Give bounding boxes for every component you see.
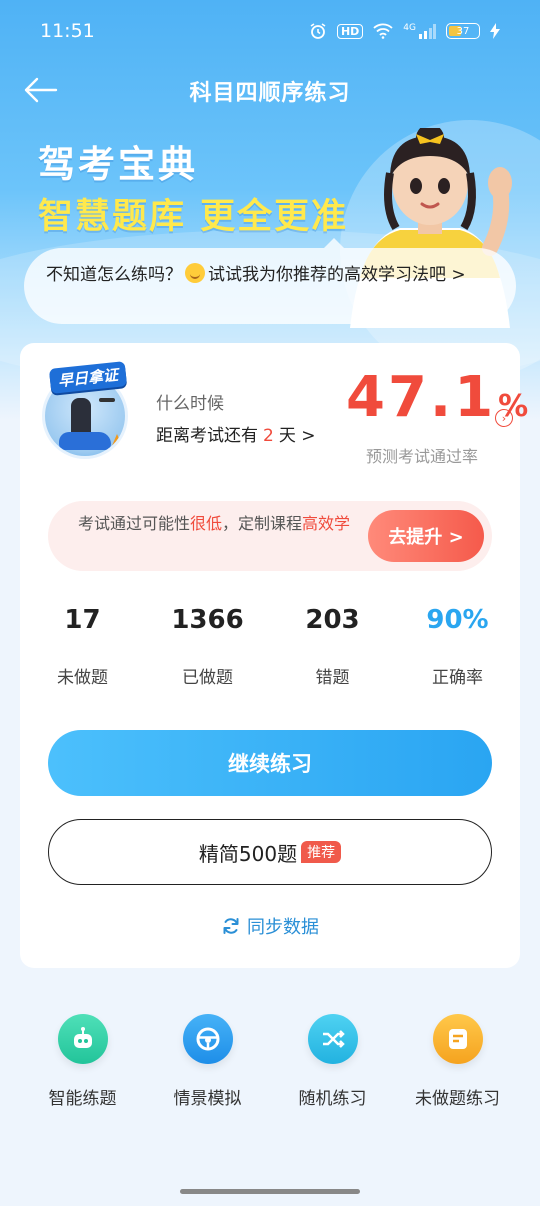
sync-icon: [223, 918, 239, 934]
back-arrow-icon: [24, 77, 58, 103]
status-icons: HD 4G 37: [309, 22, 500, 40]
signal-icon: 4G: [403, 23, 436, 39]
page-title: 科目四顺序练习: [189, 81, 351, 106]
smart-practice-button[interactable]: 智能练题: [20, 1014, 145, 1109]
advice-banner: 考试通过可能性很低，定制课程高效学 去提升 >: [48, 501, 492, 571]
network-type: 4G: [403, 23, 416, 33]
stat-value: 90%: [426, 605, 489, 635]
action-label: 随机练习: [298, 1089, 367, 1109]
robot-icon: [57, 1014, 108, 1064]
stat-label: 错题: [315, 668, 350, 688]
improve-button[interactable]: 去提升 >: [368, 510, 484, 562]
scenario-simulation-button[interactable]: 情景模拟: [145, 1014, 270, 1109]
tip-text-start: 不知道怎么练吗？: [46, 265, 182, 285]
exam-when-label: 什么时候: [156, 394, 224, 414]
battery-icon: 37: [446, 23, 480, 39]
stat-value: 203: [305, 605, 360, 635]
pass-rate-detail-icon[interactable]: ›: [495, 409, 513, 427]
nav-bar: 科目四顺序练习: [0, 62, 540, 120]
charging-icon: [490, 23, 500, 39]
stat-label: 正确率: [432, 668, 483, 688]
stat-unanswered[interactable]: 17 未做题: [20, 605, 145, 688]
study-tip-banner[interactable]: 不知道怎么练吗？ 试试我为你推荐的高效学习法吧 >: [24, 238, 516, 324]
selected-500-label: 精简500题: [198, 841, 298, 866]
pass-rate-label: 预测考试通过率: [366, 447, 479, 466]
pass-rate-number: 47.1: [346, 365, 497, 430]
document-icon: [432, 1014, 483, 1064]
stat-label: 已做题: [182, 668, 233, 688]
continue-practice-button[interactable]: 继续练习: [48, 730, 492, 796]
banner-subtitle: 智慧题库 更全更准: [38, 197, 349, 237]
steering-wheel-icon: [182, 1014, 233, 1064]
home-indicator[interactable]: [180, 1189, 360, 1194]
countdown-days: 2: [263, 426, 274, 446]
practice-modes: 智能练题 情景模拟 随机练习 未做题练习: [0, 1014, 540, 1109]
countdown-prefix: 距离考试还有: [156, 426, 258, 446]
smile-emoji-icon: [185, 263, 205, 283]
stat-answered[interactable]: 1366 已做题: [145, 605, 270, 688]
status-time: 11:51: [40, 20, 95, 42]
stat-value: 1366: [171, 605, 244, 635]
advice-text: 考试通过可能性很低，定制课程高效学: [78, 514, 351, 533]
selected-500-button[interactable]: 精简500题 推荐: [48, 819, 492, 885]
alarm-icon: [309, 22, 327, 40]
back-button[interactable]: [22, 74, 58, 106]
status-bar: 11:51 HD 4G 37: [0, 0, 540, 62]
shuffle-icon: [307, 1014, 358, 1064]
exam-countdown[interactable]: 距离考试还有 2 天 >: [156, 421, 315, 446]
sync-data-button[interactable]: 同步数据: [20, 913, 520, 939]
exam-progress-card: 早日拿证 什么时候 距离考试还有 2 天 > 47.1% › 预测考试通过率 考试通…: [20, 343, 528, 968]
hd-icon: HD: [336, 23, 364, 39]
action-label: 情景模拟: [173, 1089, 242, 1109]
stats-row: 17 未做题 1366 已做题 203 错题 90% 正确率: [20, 605, 520, 688]
banner-title: 驾考宝典: [38, 143, 198, 186]
random-practice-button[interactable]: 随机练习: [270, 1014, 395, 1109]
stat-wrong[interactable]: 203 错题: [270, 605, 395, 688]
countdown-suffix: 天 >: [278, 426, 316, 446]
unanswered-practice-button[interactable]: 未做题练习: [395, 1014, 520, 1109]
wifi-icon: [373, 23, 393, 39]
stat-value: 17: [64, 605, 101, 635]
tip-text-end: 试试我为你推荐的高效学习法吧 >: [208, 265, 466, 285]
recommend-badge: 推荐: [301, 841, 342, 863]
sync-label: 同步数据: [247, 917, 319, 938]
stat-accuracy: 90% 正确率: [395, 605, 520, 688]
stat-label: 未做题: [57, 668, 108, 688]
action-label: 未做题练习: [415, 1089, 500, 1109]
action-label: 智能练题: [48, 1089, 117, 1109]
